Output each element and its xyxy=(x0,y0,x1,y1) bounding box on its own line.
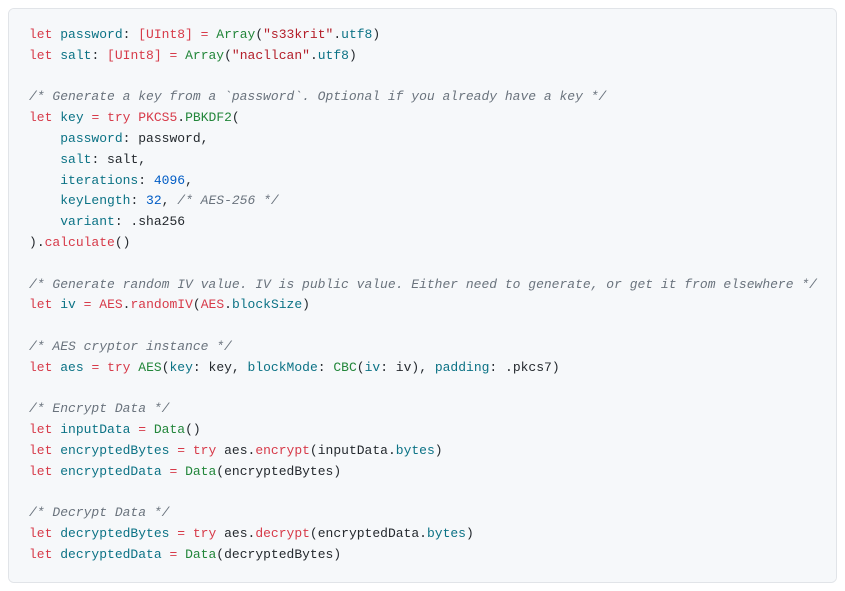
keyword-try: try xyxy=(193,443,216,458)
fn-data: Data xyxy=(185,464,216,479)
string-s33krit: "s33krit" xyxy=(263,27,333,42)
keyword-let: let xyxy=(29,360,52,375)
param-iterations: iterations xyxy=(60,173,138,188)
var-salt: salt xyxy=(60,48,91,63)
fn-decrypt: decrypt xyxy=(255,526,310,541)
var-aes: aes xyxy=(60,360,83,375)
fn-calculate: calculate xyxy=(45,235,115,250)
keyword-try: try xyxy=(193,526,216,541)
param-padding: padding xyxy=(435,360,490,375)
param-blockmode: blockMode xyxy=(248,360,318,375)
keyword-let: let xyxy=(29,27,52,42)
val-32: 32 xyxy=(146,193,162,208)
val-sha256: sha256 xyxy=(138,214,185,229)
val-key: key xyxy=(209,360,232,375)
val-aes: aes xyxy=(224,443,247,458)
type-aes: AES xyxy=(201,297,224,312)
prop-utf8: utf8 xyxy=(341,27,372,42)
val-pkcs7: pkcs7 xyxy=(513,360,552,375)
fn-data: Data xyxy=(154,422,185,437)
prop-bytes: bytes xyxy=(396,443,435,458)
val-password: password xyxy=(138,131,200,146)
comment-aes-instance: /* AES cryptor instance */ xyxy=(29,339,232,354)
param-password: password xyxy=(60,131,122,146)
var-encryptedbytes: encryptedBytes xyxy=(60,443,169,458)
comment-decrypt: /* Decrypt Data */ xyxy=(29,505,169,520)
prop-bytes: bytes xyxy=(427,526,466,541)
keyword-try: try xyxy=(107,360,130,375)
keyword-let: let xyxy=(29,110,52,125)
keyword-let: let xyxy=(29,422,52,437)
val-aes: aes xyxy=(224,526,247,541)
var-iv: iv xyxy=(60,297,76,312)
keyword-try: try xyxy=(107,110,130,125)
keyword-let: let xyxy=(29,48,52,63)
fn-pbkdf2: PBKDF2 xyxy=(185,110,232,125)
fn-array: Array xyxy=(216,27,255,42)
keyword-let: let xyxy=(29,547,52,562)
param-variant: variant xyxy=(60,214,115,229)
prop-utf8: utf8 xyxy=(318,48,349,63)
var-password: password xyxy=(60,27,122,42)
var-inputdata: inputData xyxy=(60,422,130,437)
type-pkcs5: PKCS5 xyxy=(138,110,177,125)
fn-cbc: CBC xyxy=(333,360,356,375)
type-uint8: [UInt8] xyxy=(107,48,162,63)
string-nacllcan: "nacllcan" xyxy=(232,48,310,63)
param-keylength: keyLength xyxy=(60,193,130,208)
val-inputdata: inputData xyxy=(318,443,388,458)
comment-aes256: /* AES-256 */ xyxy=(177,193,278,208)
fn-data: Data xyxy=(185,547,216,562)
type-aes: AES xyxy=(138,360,161,375)
fn-array: Array xyxy=(185,48,224,63)
keyword-let: let xyxy=(29,464,52,479)
param-salt: salt xyxy=(60,152,91,167)
keyword-let: let xyxy=(29,443,52,458)
var-decrypteddata: decryptedData xyxy=(60,547,161,562)
type-aes: AES xyxy=(99,297,122,312)
comment-encrypt: /* Encrypt Data */ xyxy=(29,401,169,416)
code-block: let password: [UInt8] = Array("s33krit".… xyxy=(8,8,837,583)
val-salt: salt xyxy=(107,152,138,167)
var-encrypteddata: encryptedData xyxy=(60,464,161,479)
var-key: key xyxy=(60,110,83,125)
val-iv: iv xyxy=(396,360,412,375)
type-uint8: [UInt8] xyxy=(138,27,193,42)
val-decryptedbytes: decryptedBytes xyxy=(224,547,333,562)
var-decryptedbytes: decryptedBytes xyxy=(60,526,169,541)
keyword-let: let xyxy=(29,297,52,312)
val-encrypteddata: encryptedData xyxy=(318,526,419,541)
fn-randomiv: randomIV xyxy=(130,297,192,312)
val-encryptedbytes: encryptedBytes xyxy=(224,464,333,479)
comment-random-iv: /* Generate random IV value. IV is publi… xyxy=(29,277,817,292)
param-key: key xyxy=(170,360,193,375)
fn-encrypt: encrypt xyxy=(255,443,310,458)
comment-generate-key: /* Generate a key from a `password`. Opt… xyxy=(29,89,606,104)
param-iv: iv xyxy=(365,360,381,375)
prop-blocksize: blockSize xyxy=(232,297,302,312)
val-4096: 4096 xyxy=(154,173,185,188)
keyword-let: let xyxy=(29,526,52,541)
